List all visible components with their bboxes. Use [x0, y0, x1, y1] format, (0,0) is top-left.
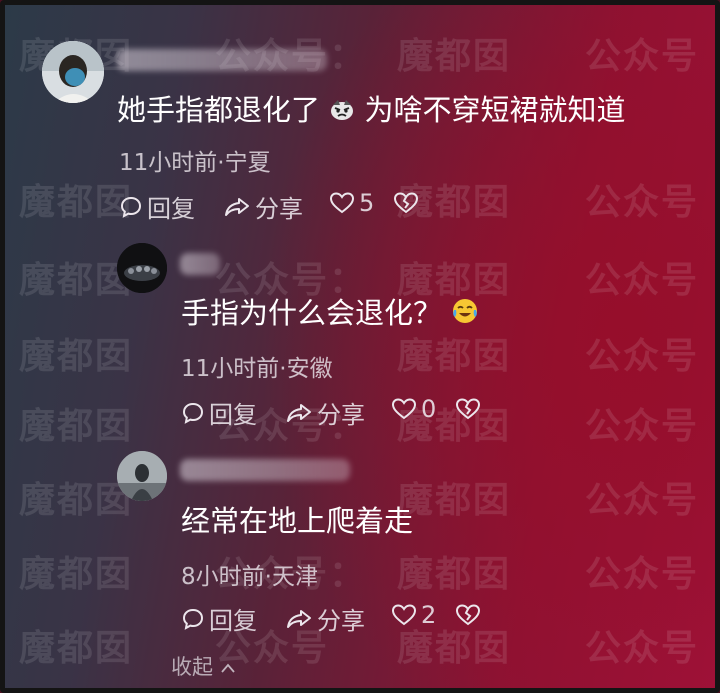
watermark: 公众号: [585, 36, 700, 77]
username-blurred[interactable]: [180, 253, 220, 275]
like-count: 5: [359, 189, 375, 217]
heart-icon: [329, 192, 355, 214]
broken-heart-icon: [393, 192, 419, 214]
reply-button[interactable]: 回复: [181, 601, 257, 636]
like-button[interactable]: 0: [391, 395, 436, 423]
angry-face-icon: [329, 94, 355, 130]
reply-button[interactable]: 回复: [181, 395, 257, 430]
dislike-button[interactable]: [393, 191, 419, 215]
watermark: 魔都囡: [19, 260, 134, 301]
watermark: 魔都囡: [19, 628, 134, 669]
avatar[interactable]: [117, 451, 167, 501]
like-button[interactable]: 2: [391, 601, 436, 629]
share-arrow-icon: [225, 197, 249, 216]
comment-text: 她手指都退化了 为啥不穿短裙就知道: [117, 92, 625, 130]
watermark: 公众号: [585, 260, 700, 301]
watermark: 魔都囡: [19, 182, 134, 223]
dislike-button[interactable]: [455, 397, 481, 421]
tears-of-joy-emoji: [451, 297, 479, 333]
like-count: 0: [421, 395, 437, 423]
share-arrow-icon: [287, 403, 311, 422]
comment-bubble-icon: [182, 608, 204, 630]
avatar-photo-icon: [117, 243, 167, 293]
reply-label: 回复: [209, 401, 257, 429]
watermark: 魔都囡: [19, 554, 134, 595]
watermark: 公众号: [585, 480, 700, 521]
watermark: 公众号: [585, 628, 700, 669]
heart-icon: [391, 604, 417, 626]
username-blurred[interactable]: [180, 459, 350, 481]
chevron-up-icon: [220, 655, 236, 679]
avatar[interactable]: [117, 243, 167, 293]
watermark: 公众号: [585, 336, 700, 377]
dislike-button[interactable]: [455, 603, 481, 627]
comment-text: 手指为什么会退化？: [181, 295, 479, 333]
reply-label: 回复: [147, 195, 195, 223]
like-button[interactable]: 5: [329, 189, 374, 217]
watermark: 魔都囡: [19, 336, 134, 377]
watermark: 公众号: [585, 406, 700, 447]
watermark: 魔都囡: [397, 36, 512, 77]
share-label: 分享: [317, 401, 365, 429]
watermark: 魔都囡: [19, 406, 134, 447]
share-arrow-icon: [287, 609, 311, 628]
collapse-label: 收起: [171, 655, 213, 679]
collapse-replies-button[interactable]: 收起: [171, 651, 236, 681]
comment-text: 经常在地上爬着走: [181, 504, 414, 538]
watermark: 魔都囡: [397, 336, 512, 377]
watermark: 公众号: [585, 554, 700, 595]
comment-meta: 11小时前·安徽: [181, 356, 333, 382]
reply-label: 回复: [209, 607, 257, 635]
share-label: 分享: [317, 607, 365, 635]
watermark: 魔都囡: [19, 480, 134, 521]
like-count: 2: [421, 601, 437, 629]
comment-meta: 8小时前·天津: [181, 564, 318, 590]
watermark: 魔都囡: [397, 554, 512, 595]
avatar[interactable]: [42, 41, 104, 103]
comment-meta: 11小时前·宁夏: [119, 150, 271, 176]
share-button[interactable]: 分享: [223, 189, 303, 224]
broken-heart-icon: [455, 604, 481, 626]
share-label: 分享: [255, 195, 303, 223]
share-button[interactable]: 分享: [285, 395, 365, 430]
watermark: 公众号: [585, 182, 700, 223]
heart-icon: [391, 398, 417, 420]
avatar-photo-icon: [42, 41, 104, 103]
avatar-photo-icon: [117, 451, 167, 501]
broken-heart-icon: [455, 398, 481, 420]
comment-bubble-icon: [120, 196, 142, 218]
username-blurred[interactable]: [117, 49, 327, 71]
comment-bubble-icon: [182, 402, 204, 424]
comment-screenshot: 魔都囡 公众号： 魔都囡 公众号 魔都囡 魔都囡 公众号 魔都囡 公众号： 魔都…: [0, 0, 720, 693]
watermark: 魔都囡: [397, 480, 512, 521]
share-button[interactable]: 分享: [285, 601, 365, 636]
reply-button[interactable]: 回复: [119, 189, 195, 224]
